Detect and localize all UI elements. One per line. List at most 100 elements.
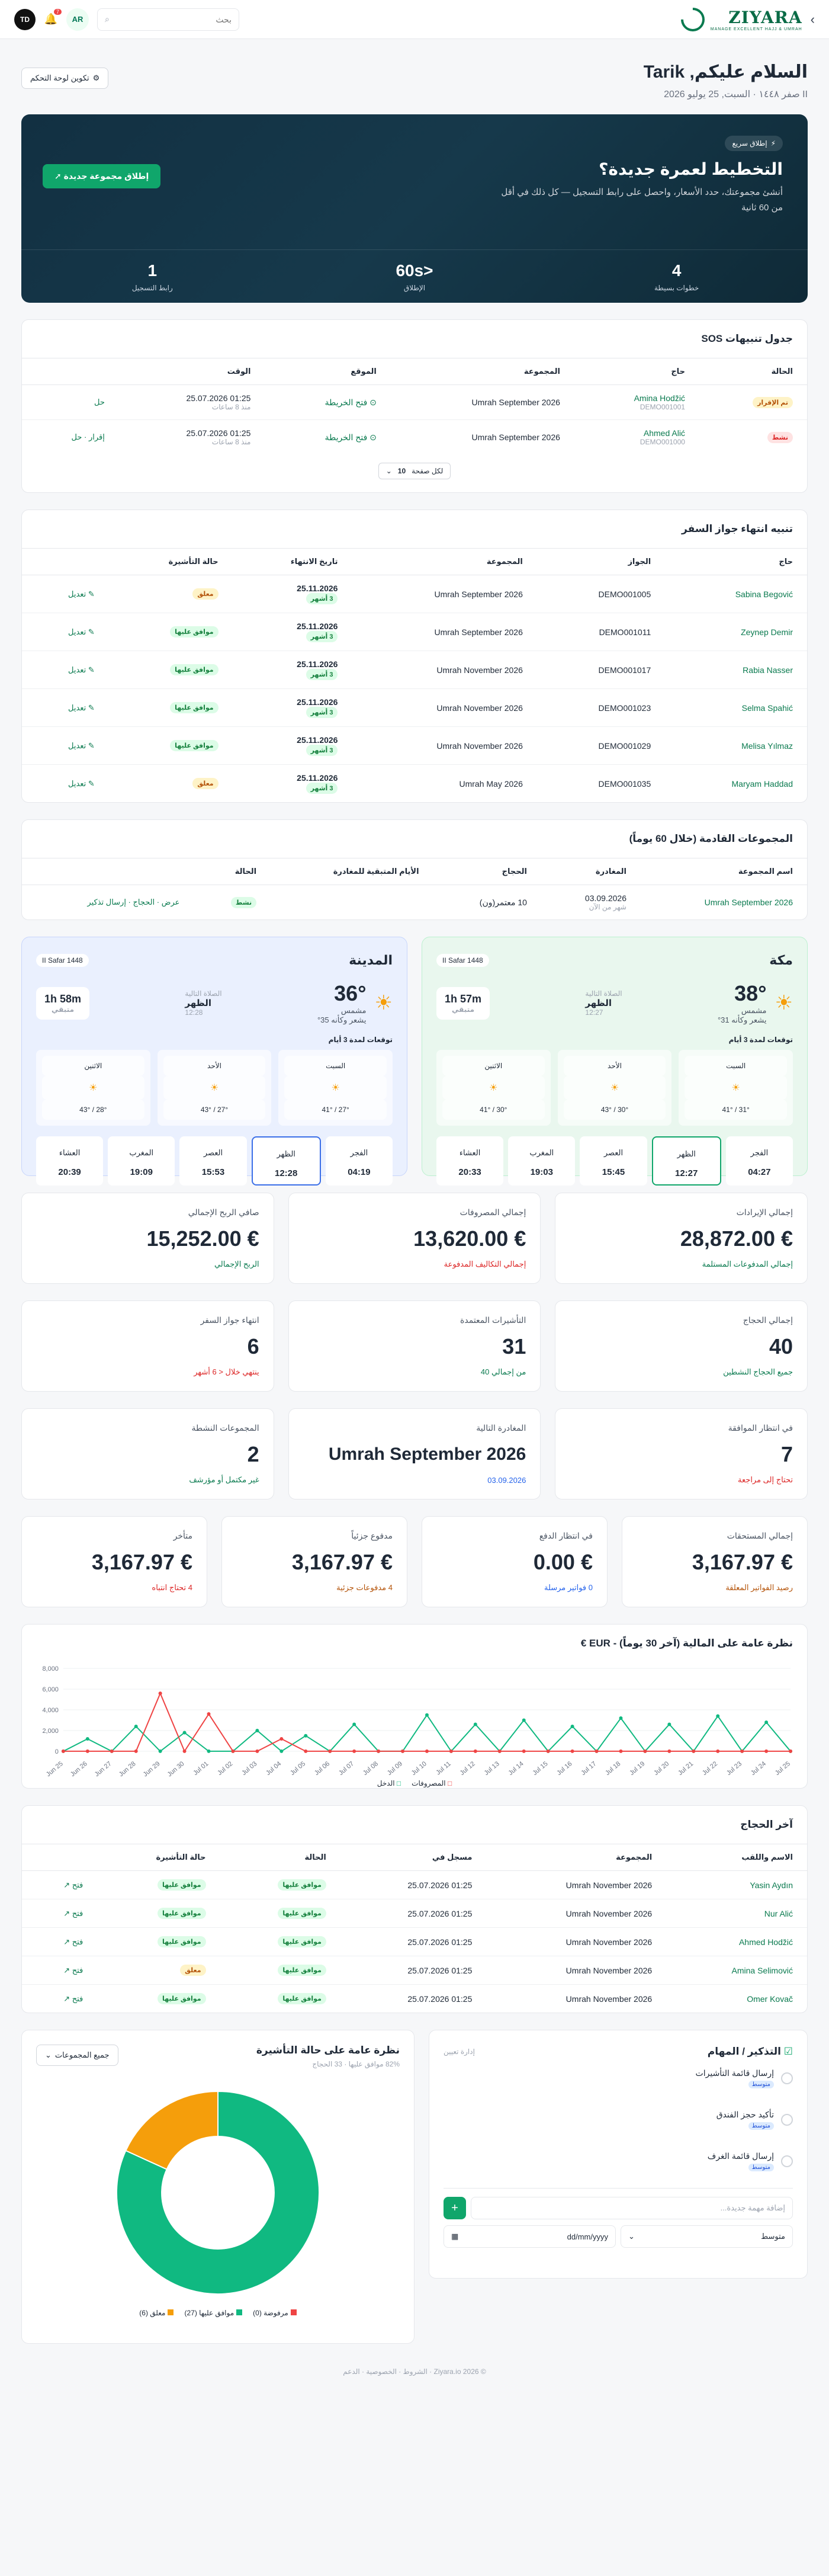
pilgrim-name[interactable]: Zeynep Demir (665, 613, 807, 651)
legend-item[interactable]: موافق عليها (27) (184, 2309, 243, 2317)
data-point[interactable] (255, 1728, 259, 1732)
edit-button[interactable]: ✎ تعديل (22, 613, 109, 651)
bell-icon[interactable]: 🔔 7 (44, 8, 62, 27)
language-switch[interactable]: AR (66, 8, 89, 31)
data-point[interactable] (401, 1749, 405, 1753)
data-point[interactable] (497, 1749, 502, 1753)
configure-dashboard-button[interactable]: ⚙ تكوين لوحة التحكم (21, 68, 109, 89)
priority-select[interactable]: متوسط ⌄ (621, 2225, 793, 2248)
edit-button[interactable]: ✎ تعديل (22, 651, 109, 689)
data-point[interactable] (425, 1713, 429, 1717)
data-point[interactable] (279, 1736, 284, 1741)
data-point[interactable] (619, 1716, 623, 1720)
group-filter-select[interactable]: جميع المجموعات ⌄ (36, 2045, 118, 2066)
logo[interactable]: ZIYARA MANAGE EXCELLENT HAJJ & UMRAH (676, 2, 802, 36)
open-button[interactable]: فتح ↗ (22, 1956, 98, 1985)
data-point[interactable] (789, 1749, 793, 1753)
data-point[interactable] (134, 1724, 138, 1728)
data-point[interactable] (328, 1749, 332, 1753)
open-button[interactable]: فتح ↗ (22, 1985, 97, 2013)
data-point[interactable] (85, 1736, 89, 1741)
resolve-button[interactable]: حل (22, 385, 119, 420)
pilgrim-name[interactable]: Maryam Haddad (665, 765, 807, 803)
resolve-button[interactable]: إقرار · حل (22, 420, 119, 455)
pilgrim-name[interactable]: Omer Kovač (666, 1985, 807, 2013)
data-point[interactable] (643, 1749, 647, 1753)
data-point[interactable] (158, 1749, 162, 1753)
search-input[interactable] (114, 14, 232, 24)
open-map-link[interactable]: ⊙ فتح الخريطة (265, 385, 391, 420)
add-task-button[interactable]: + (444, 2197, 466, 2219)
launch-group-button[interactable]: إطلاق مجموعة جديدة ➚ (43, 164, 161, 188)
data-point[interactable] (692, 1749, 696, 1753)
data-point[interactable] (522, 1718, 526, 1722)
edit-button[interactable]: ✎ تعديل (22, 765, 109, 803)
data-point[interactable] (716, 1714, 720, 1718)
data-point[interactable] (667, 1749, 671, 1753)
data-point[interactable] (182, 1731, 187, 1735)
data-point[interactable] (570, 1724, 574, 1728)
avatar[interactable]: TD (14, 8, 36, 30)
row-actions[interactable]: عرض · الحجاج · إرسال تذكير (22, 885, 194, 920)
data-point[interactable] (207, 1712, 211, 1716)
search-box[interactable]: ⌕ (97, 8, 239, 31)
data-point[interactable] (279, 1749, 284, 1753)
manage-link[interactable]: إدارة تعيين (444, 2048, 475, 2056)
data-point[interactable] (377, 1749, 381, 1753)
pilgrim-name[interactable]: Sabina Begović (665, 575, 807, 613)
task-checkbox[interactable] (781, 2114, 793, 2126)
edit-button[interactable]: ✎ تعديل (22, 575, 109, 613)
data-point[interactable] (231, 1749, 235, 1753)
data-point[interactable] (546, 1749, 550, 1753)
data-point[interactable] (716, 1749, 720, 1753)
data-point[interactable] (110, 1749, 114, 1753)
data-point[interactable] (85, 1749, 89, 1753)
edit-button[interactable]: ✎ تعديل (22, 726, 109, 765)
data-point[interactable] (352, 1722, 356, 1726)
data-point[interactable] (182, 1749, 187, 1753)
open-button[interactable]: فتح ↗ (22, 1927, 98, 1956)
new-task-input[interactable]: إضافة مهمة جديدة... (471, 2197, 793, 2219)
edit-button[interactable]: ✎ تعديل (22, 688, 109, 727)
data-point[interactable] (134, 1749, 138, 1753)
data-point[interactable] (207, 1749, 211, 1753)
data-point[interactable] (61, 1749, 65, 1753)
group-name[interactable]: Umrah September 2026 (641, 885, 807, 920)
data-point[interactable] (304, 1749, 308, 1753)
legend-item[interactable]: مرفوضة (0) (253, 2309, 297, 2317)
open-button[interactable]: فتح ↗ (22, 1899, 98, 1928)
pilgrim-name[interactable]: Melisa Yılmaz (665, 726, 807, 765)
pilgrim-name[interactable]: Amina Selimović (666, 1956, 807, 1985)
data-point[interactable] (764, 1720, 769, 1724)
date-input[interactable]: dd/mm/yyyy ▦ (444, 2225, 616, 2248)
open-map-link[interactable]: ⊙ فتح الخريطة (265, 420, 390, 455)
legend-item[interactable]: معلق (6) (139, 2309, 174, 2317)
data-point[interactable] (158, 1691, 162, 1696)
data-point[interactable] (740, 1749, 744, 1753)
pilgrim-name[interactable]: Amina Hodžić (589, 393, 685, 403)
data-point[interactable] (255, 1749, 259, 1753)
legend-expenses[interactable]: □ المصروفات (412, 1779, 452, 1787)
data-point[interactable] (352, 1749, 356, 1753)
data-point[interactable] (619, 1749, 623, 1753)
pilgrim-name[interactable]: Rabia Nasser (665, 651, 807, 689)
data-point[interactable] (449, 1749, 453, 1753)
data-point[interactable] (425, 1749, 429, 1753)
data-point[interactable] (522, 1749, 526, 1753)
pilgrim-name[interactable]: Ahmed Hodžić (666, 1927, 807, 1956)
data-point[interactable] (473, 1749, 477, 1753)
data-point[interactable] (473, 1722, 477, 1726)
pilgrim-name[interactable]: Yasin Aydın (666, 1870, 807, 1899)
data-point[interactable] (667, 1722, 671, 1726)
data-point[interactable] (304, 1734, 308, 1738)
pilgrim-name[interactable]: Ahmed Alić (589, 428, 685, 438)
chevron-right-icon[interactable]: › (811, 12, 815, 27)
pilgrim-name[interactable]: Nur Alić (666, 1899, 807, 1928)
legend-income[interactable]: □ الدخل (377, 1779, 401, 1787)
open-button[interactable]: فتح ↗ (22, 1870, 98, 1899)
data-point[interactable] (764, 1749, 769, 1753)
per-page-select[interactable]: لكل صفحة 10 ⌄ (378, 463, 451, 479)
pilgrim-name[interactable]: Selma Spahić (665, 688, 807, 727)
data-point[interactable] (595, 1749, 599, 1753)
task-checkbox[interactable] (781, 2155, 793, 2167)
